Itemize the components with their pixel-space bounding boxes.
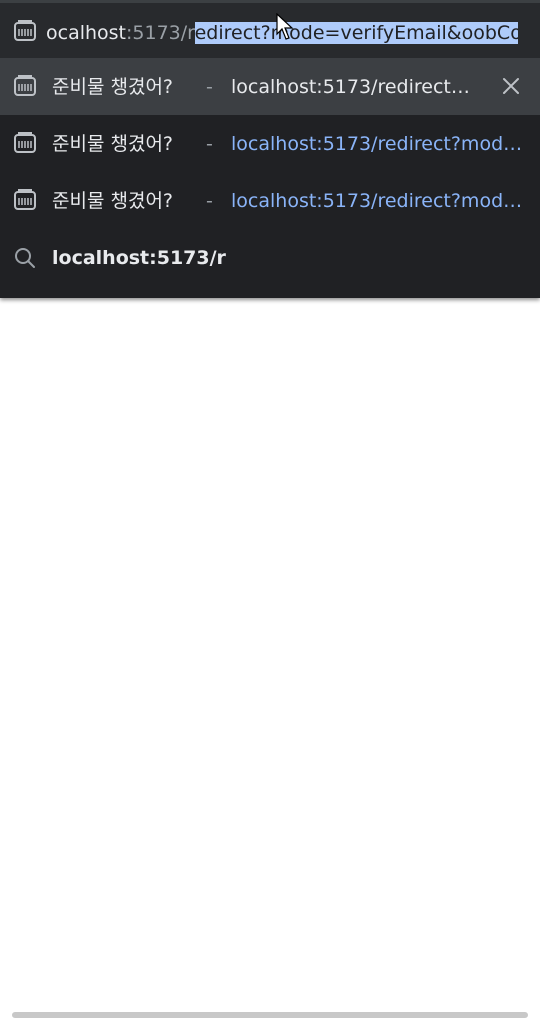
suggestion-separator: - <box>206 76 213 98</box>
search-icon <box>15 248 35 268</box>
suggestion-url: localhost:5173/redirect?mode=resetPasswo… <box>231 190 528 212</box>
suggestion-item[interactable]: 준비물 챙겼어? - localhost:5173/redirect?mode=… <box>0 115 540 172</box>
suggestion-url: localhost:5173/redirect?mode=verifyEmail <box>231 76 475 98</box>
site-favicon-icon <box>14 189 36 210</box>
address-bar[interactable]: ocalhost:5173/redirect?mode=verifyEmail&… <box>0 0 540 58</box>
search-suggestion[interactable]: localhost:5173/r <box>0 229 540 286</box>
site-favicon-icon <box>14 132 36 153</box>
suggestion-url: localhost:5173/redirect?mode=verifyEmail… <box>231 133 528 155</box>
suggestion-separator: - <box>206 133 213 155</box>
url-port: :5173/r <box>126 22 195 44</box>
suggestion-title: 준비물 챙겼어? <box>52 133 174 155</box>
close-icon <box>503 78 519 94</box>
mouse-cursor-icon <box>276 13 294 40</box>
suggestion-item[interactable]: 준비물 챙겼어? - localhost:5173/redirect?mode=… <box>0 58 540 115</box>
url-host: ocalhost <box>46 22 127 44</box>
horizontal-scrollbar[interactable] <box>12 1012 528 1018</box>
site-favicon-icon <box>14 20 36 41</box>
remove-suggestion-button[interactable] <box>500 75 522 97</box>
site-favicon-icon <box>14 75 36 96</box>
suggestion-item[interactable]: 준비물 챙겼어? - localhost:5173/redirect?mode=… <box>0 172 540 229</box>
suggestion-separator: - <box>206 190 213 212</box>
suggestion-title: 준비물 챙겼어? <box>52 76 174 98</box>
suggestion-title: 준비물 챙겼어? <box>52 190 174 212</box>
search-suggestion-text: localhost:5173/r <box>52 247 226 269</box>
omnibox-dropdown: ocalhost:5173/redirect?mode=verifyEmail&… <box>0 0 540 298</box>
url-selected-text: edirect?mode=verifyEmail&oobCode <box>194 22 518 44</box>
